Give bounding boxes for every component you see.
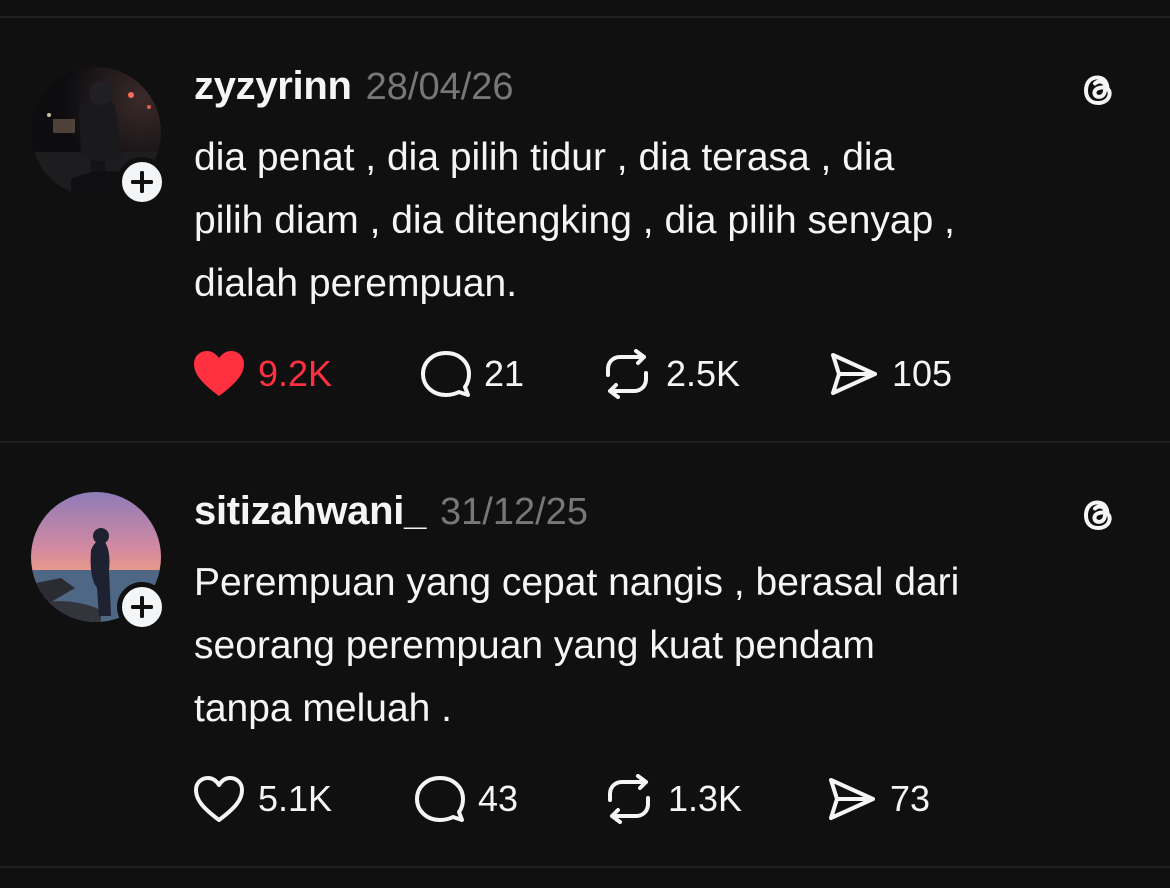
reply-count: 21 (484, 353, 525, 394)
like-button[interactable]: 5.1K (192, 771, 332, 827)
follow-button[interactable] (117, 157, 167, 207)
like-button[interactable]: 9.2K (192, 346, 332, 402)
top-divider (0, 16, 1170, 18)
send-icon (831, 353, 877, 395)
reply-button[interactable]: 21 (420, 346, 524, 402)
share-count: 105 (892, 353, 953, 394)
post-actions: 5.1K 43 1.3K 73 (192, 771, 1092, 827)
share-button[interactable]: 73 (826, 771, 930, 827)
like-count: 9.2K (258, 353, 333, 394)
share-count: 73 (890, 778, 931, 819)
plus-icon (131, 596, 153, 618)
avatar-wrap[interactable] (31, 67, 167, 207)
send-icon (829, 778, 875, 820)
post-header: zyzyrinn 28/04/26 (194, 64, 514, 114)
repost-button[interactable]: 2.5K (600, 346, 740, 402)
post-text: Perempuan yang cepat nangis , berasal da… (194, 561, 960, 730)
threads-logo-icon[interactable] (1074, 491, 1122, 539)
post-text: dia penat , dia pilih tidur , dia terasa… (194, 136, 955, 305)
like-count: 5.1K (258, 778, 333, 819)
post-date: 28/04/26 (365, 66, 514, 108)
threads-logo-icon[interactable] (1074, 66, 1122, 114)
bottom-divider (0, 866, 1170, 868)
repost-count: 2.5K (666, 353, 741, 394)
share-button[interactable]: 105 (828, 346, 952, 402)
speech-bubble-icon (421, 351, 471, 397)
speech-bubble-icon (415, 776, 465, 822)
username[interactable]: zyzyrinn (194, 64, 352, 109)
reply-count: 43 (478, 778, 519, 819)
avatar-wrap[interactable] (31, 492, 167, 632)
reply-button[interactable]: 43 (414, 771, 518, 827)
heart-outline-icon (194, 776, 244, 822)
post-header: sitizahwani_ 31/12/25 (194, 489, 588, 539)
heart-filled-icon (194, 351, 244, 396)
repost-button[interactable]: 1.3K (602, 771, 742, 827)
repost-count: 1.3K (668, 778, 743, 819)
post-divider (0, 441, 1170, 443)
post-date: 31/12/25 (440, 491, 588, 533)
repost-icon (608, 774, 650, 824)
plus-icon (131, 171, 153, 193)
post-actions: 9.2K 21 2.5K 105 (192, 346, 1092, 402)
username[interactable]: sitizahwani_ (194, 489, 426, 534)
repost-icon (606, 349, 648, 399)
follow-button[interactable] (117, 582, 167, 632)
